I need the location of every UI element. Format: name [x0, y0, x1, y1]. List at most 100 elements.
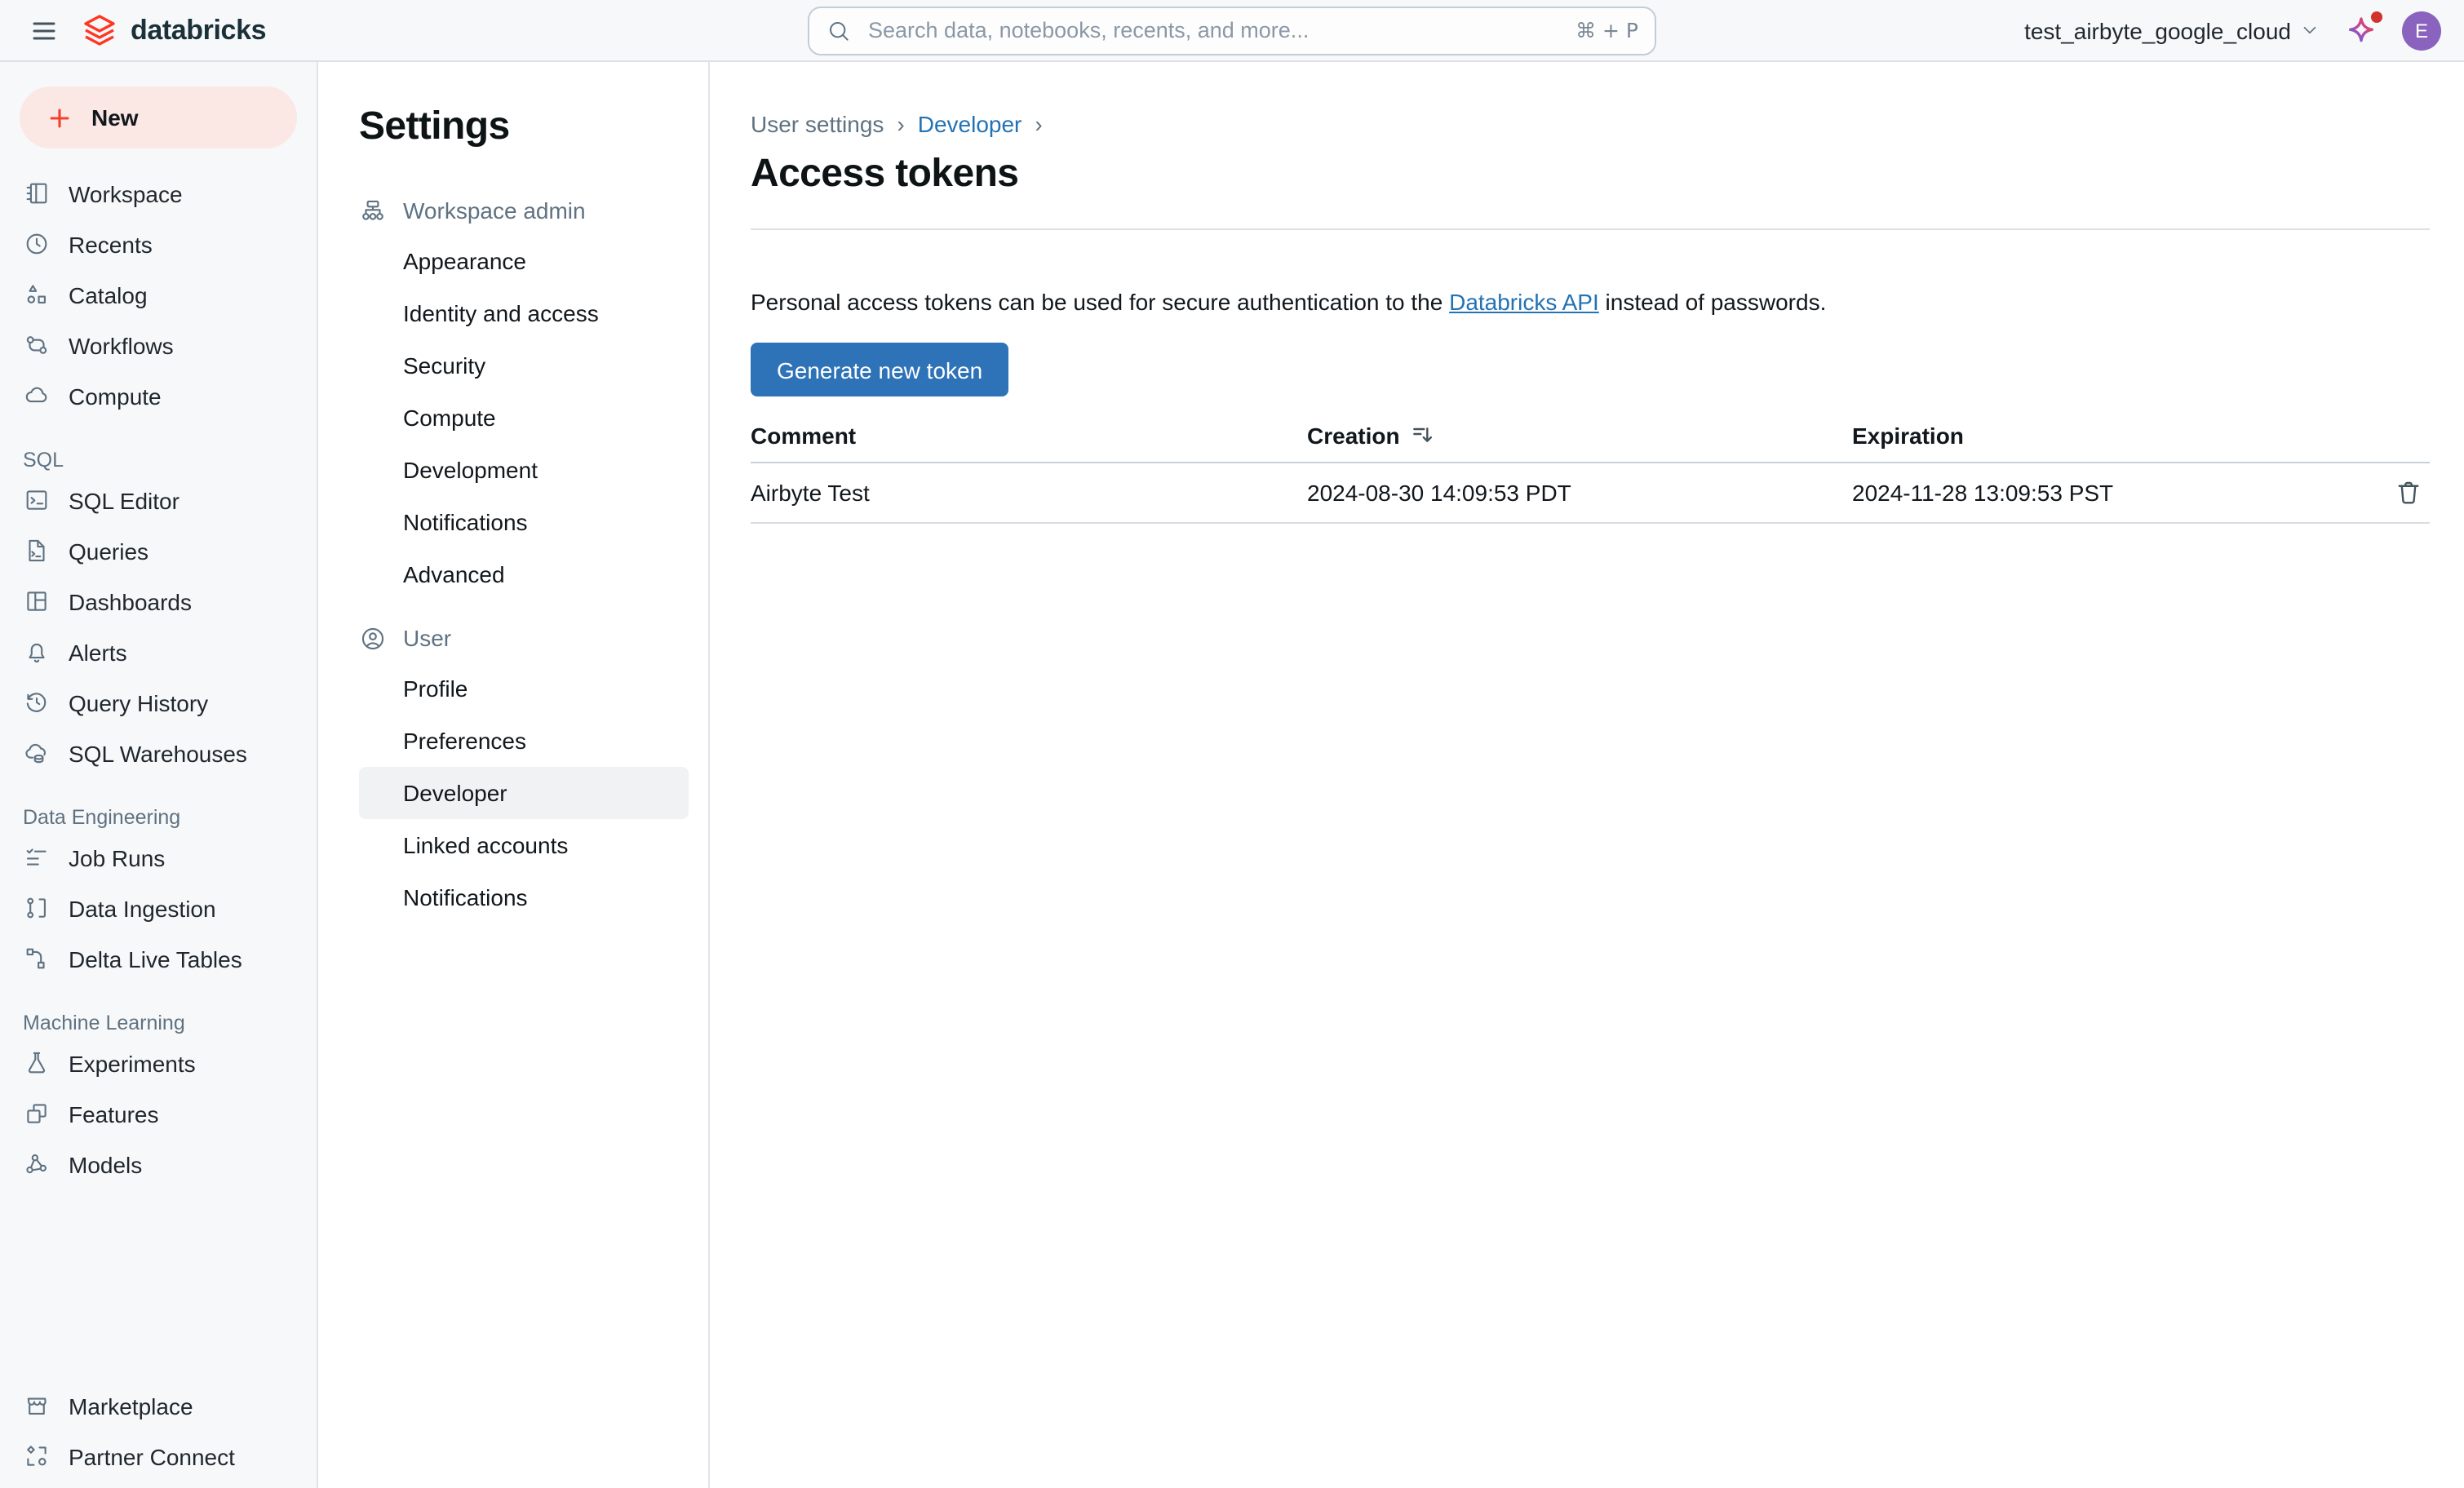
access-tokens-table: Comment Creation Expiration Airbyte Test… — [751, 408, 2430, 524]
settings-item-development[interactable]: Development — [359, 444, 689, 496]
avatar-initial: E — [2415, 19, 2428, 42]
hamburger-icon — [29, 16, 59, 45]
sidebar-item-dashboards[interactable]: Dashboards — [13, 576, 304, 627]
delete-token-button[interactable] — [2387, 472, 2430, 514]
sidebar-item-models[interactable]: Models — [13, 1139, 304, 1189]
breadcrumb-separator: › — [897, 111, 904, 137]
settings-item-identity-and-access[interactable]: Identity and access — [359, 287, 689, 339]
page-title: Access tokens — [751, 152, 2430, 197]
org-chart-icon — [359, 197, 387, 224]
settings-item-profile[interactable]: Profile — [359, 662, 689, 715]
token-creation-cell: 2024-08-30 14:09:53 PDT — [1307, 480, 1852, 506]
sidebar-item-catalog[interactable]: Catalog — [13, 269, 304, 320]
workspace-selector-label: test_airbyte_google_cloud — [2024, 17, 2291, 43]
hamburger-menu-button[interactable] — [23, 9, 65, 51]
global-search[interactable]: ⌘ + P — [808, 6, 1656, 55]
user-circle-icon — [359, 624, 387, 652]
token-expiration-cell: 2024-11-28 13:09:53 PST — [1852, 480, 2364, 506]
settings-item-preferences[interactable]: Preferences — [359, 715, 689, 767]
settings-item-advanced[interactable]: Advanced — [359, 548, 689, 600]
queries-icon — [23, 537, 51, 565]
description-text: Personal access tokens can be used for s… — [751, 289, 2430, 315]
sidebar-spacer — [13, 1189, 304, 1380]
models-icon — [23, 1150, 51, 1178]
settings-item-developer[interactable]: Developer — [359, 767, 689, 819]
sidebar-item-queries[interactable]: Queries — [13, 525, 304, 576]
sidebar-item-features[interactable]: Features — [13, 1088, 304, 1139]
partner-connect-icon — [23, 1442, 51, 1470]
storefront-icon — [23, 1392, 51, 1419]
breadcrumb: User settings › Developer › — [751, 111, 2430, 137]
settings-item-linked-accounts[interactable]: Linked accounts — [359, 819, 689, 871]
features-icon — [23, 1100, 51, 1127]
breadcrumb-user-settings[interactable]: User settings — [751, 111, 884, 137]
user-avatar[interactable]: E — [2402, 11, 2441, 50]
databricks-logo[interactable]: databricks — [80, 11, 266, 50]
assistant-button[interactable] — [2343, 12, 2379, 48]
sidebar-item-job-runs[interactable]: Job Runs — [13, 832, 304, 883]
settings-title: Settings — [359, 104, 695, 150]
settings-nav-panel: Settings Workspace admin Appearance Iden… — [318, 62, 710, 1488]
sidebar-item-experiments[interactable]: Experiments — [13, 1038, 304, 1088]
sidebar-item-partner-connect[interactable]: Partner Connect — [13, 1431, 304, 1481]
generate-new-token-button[interactable]: Generate new token — [751, 343, 1008, 396]
settings-item-compute[interactable]: Compute — [359, 392, 689, 444]
token-comment-cell: Airbyte Test — [751, 480, 1307, 506]
settings-item-security[interactable]: Security — [359, 339, 689, 392]
search-input[interactable] — [865, 16, 1562, 44]
sidebar-item-data-ingestion[interactable]: Data Ingestion — [13, 883, 304, 933]
breadcrumb-separator-2: › — [1035, 111, 1042, 137]
column-header-creation[interactable]: Creation — [1307, 422, 1852, 448]
bell-icon — [23, 638, 51, 666]
sidebar-section-machine-learning: Machine Learning — [23, 1012, 304, 1034]
delta-live-tables-icon — [23, 945, 51, 972]
sidebar-item-alerts[interactable]: Alerts — [13, 627, 304, 677]
column-header-comment: Comment — [751, 422, 1307, 448]
sidebar-section-sql: SQL — [23, 449, 304, 472]
main-sidebar: New Workspace Recents Catalog Workflows … — [0, 62, 318, 1488]
sidebar-item-workflows[interactable]: Workflows — [13, 320, 304, 370]
logo-wordmark: databricks — [131, 14, 266, 46]
sidebar-item-sql-warehouses[interactable]: SQL Warehouses — [13, 728, 304, 778]
workspace-selector[interactable]: test_airbyte_google_cloud — [2024, 17, 2320, 43]
job-runs-icon — [23, 844, 51, 871]
history-icon — [23, 689, 51, 716]
column-header-expiration: Expiration — [1852, 422, 2364, 448]
databricks-api-link[interactable]: Databricks API — [1449, 289, 1599, 315]
top-bar: databricks ⌘ + P test_airbyte_google_clo… — [0, 0, 2464, 62]
sort-descending-icon — [1410, 422, 1436, 448]
databricks-app: databricks ⌘ + P test_airbyte_google_clo… — [0, 0, 2464, 1488]
sidebar-item-delta-live-tables[interactable]: Delta Live Tables — [13, 933, 304, 984]
sidebar-item-sql-editor[interactable]: SQL Editor — [13, 475, 304, 525]
sidebar-item-workspace[interactable]: Workspace — [13, 168, 304, 219]
workflows-icon — [23, 331, 51, 359]
plus-icon — [46, 104, 73, 131]
catalog-icon — [23, 281, 51, 308]
sidebar-item-marketplace[interactable]: Marketplace — [13, 1380, 304, 1431]
top-right-cluster: test_airbyte_google_cloud E — [2024, 11, 2441, 50]
data-ingestion-icon — [23, 894, 51, 922]
sidebar-item-query-history[interactable]: Query History — [13, 677, 304, 728]
cloud-icon — [23, 382, 51, 410]
title-divider — [751, 228, 2430, 230]
sidebar-item-compute[interactable]: Compute — [13, 370, 304, 421]
new-button[interactable]: New — [20, 86, 297, 148]
settings-group-user: User — [359, 613, 695, 662]
search-icon — [826, 17, 852, 43]
sql-editor-icon — [23, 486, 51, 514]
warehouse-cloud-icon — [23, 739, 51, 767]
sidebar-section-data-engineering: Data Engineering — [23, 806, 304, 829]
breadcrumb-developer[interactable]: Developer — [918, 111, 1022, 137]
settings-item-appearance[interactable]: Appearance — [359, 235, 689, 287]
main-content: User settings › Developer › Access token… — [710, 62, 2464, 1488]
trash-icon — [2394, 478, 2423, 507]
table-header-row: Comment Creation Expiration — [751, 408, 2430, 463]
settings-item-notifications-admin[interactable]: Notifications — [359, 496, 689, 548]
recents-clock-icon — [23, 230, 51, 258]
sidebar-item-recents[interactable]: Recents — [13, 219, 304, 269]
workspace-icon — [23, 179, 51, 207]
settings-item-notifications-user[interactable]: Notifications — [359, 871, 689, 923]
settings-group-workspace-admin: Workspace admin — [359, 186, 695, 235]
notification-dot — [2371, 11, 2382, 22]
databricks-logo-icon — [80, 11, 119, 50]
